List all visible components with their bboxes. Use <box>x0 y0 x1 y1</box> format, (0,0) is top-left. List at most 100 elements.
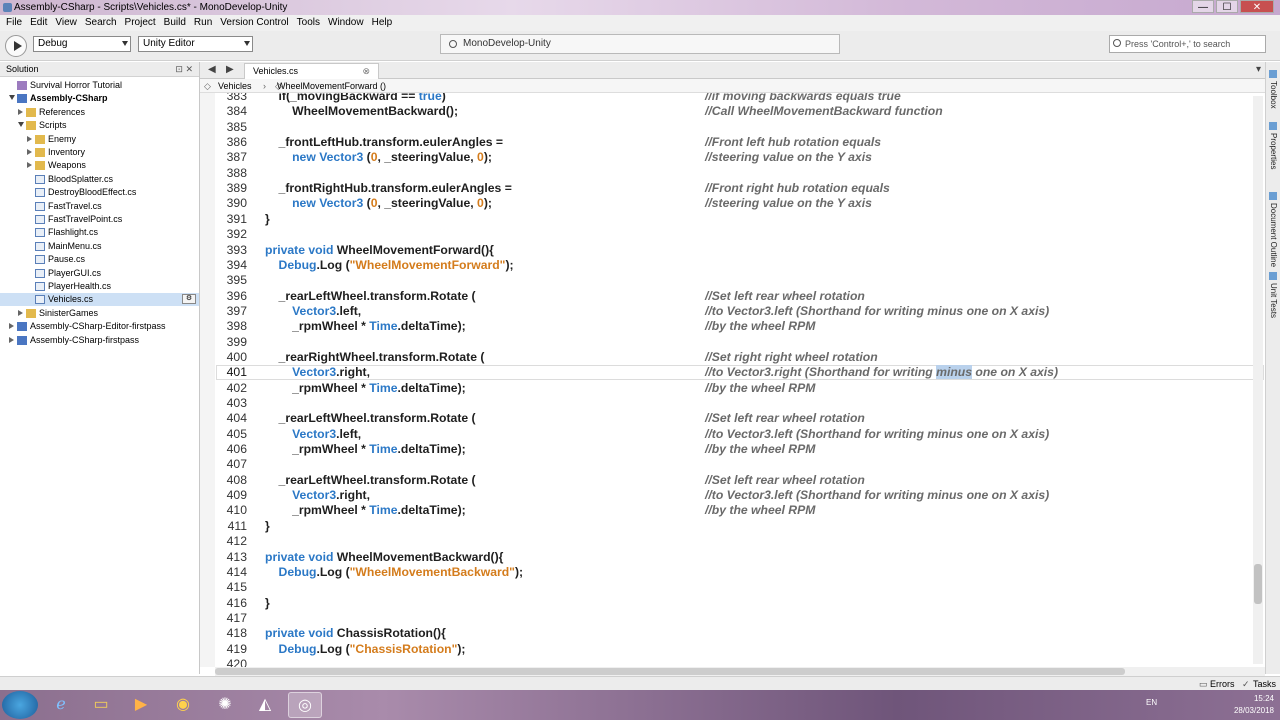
close-button[interactable]: ✕ <box>1240 0 1274 13</box>
code-line[interactable]: 405 Vector3.left, //to Vector3.left (Shor… <box>200 427 1265 442</box>
scrollbar-thumb[interactable] <box>215 668 1125 675</box>
code-line[interactable]: 385 <box>200 120 1265 135</box>
menu-version-control[interactable]: Version Control <box>216 15 292 31</box>
tree-item[interactable]: References <box>0 106 199 119</box>
tree-item[interactable]: Pause.cs <box>0 253 199 266</box>
unity-icon[interactable]: ◭ <box>248 692 282 718</box>
menu-window[interactable]: Window <box>324 15 368 31</box>
dock-tab-document-outline[interactable]: Document Outline <box>1268 192 1279 267</box>
code-line[interactable]: 410 _rpmWheel * Time.deltaTime); //by the… <box>200 503 1265 518</box>
run-button[interactable] <box>5 35 27 57</box>
dock-tab-toolbox[interactable]: Toolbox <box>1268 70 1279 109</box>
code-line[interactable]: 401 Vector3.right, //to Vector3.right (Sh… <box>200 365 1265 381</box>
tree-item[interactable]: Enemy <box>0 133 199 146</box>
panel-controls[interactable]: ⊡ ✕ <box>175 62 193 77</box>
scrollbar-thumb[interactable] <box>1254 564 1262 604</box>
chrome-icon[interactable]: ◉ <box>166 692 200 718</box>
menu-view[interactable]: View <box>51 15 81 31</box>
tree-item[interactable]: Survival Horror Tutorial <box>0 79 199 92</box>
minimize-button[interactable]: — <box>1192 0 1214 13</box>
tree-item[interactable]: Assembly-CSharp-firstpass <box>0 334 199 347</box>
vertical-scrollbar[interactable] <box>1253 96 1263 664</box>
code-line[interactable]: 398 _rpmWheel * Time.deltaTime); //by the… <box>200 319 1265 334</box>
code-line[interactable]: 406 _rpmWheel * Time.deltaTime); //by the… <box>200 442 1265 457</box>
language-indicator[interactable]: EN <box>1146 698 1157 707</box>
expand-closed-icon[interactable] <box>18 309 23 316</box>
nav-forward-icon[interactable]: ▶ <box>226 62 234 78</box>
code-line[interactable]: 419 Debug.Log ("ChassisRotation"); <box>200 642 1265 657</box>
expand-closed-icon[interactable] <box>9 323 14 330</box>
code-line[interactable]: 402 _rpmWheel * Time.deltaTime); //by the… <box>200 381 1265 396</box>
tree-item[interactable]: PlayerHealth.cs <box>0 280 199 293</box>
code-line[interactable]: 418 private void ChassisRotation(){ <box>200 626 1265 641</box>
maximize-button[interactable]: ☐ <box>1216 0 1238 13</box>
code-line[interactable]: 390 new Vector3 (0, _steeringValue, 0); /… <box>200 196 1265 211</box>
code-line[interactable]: 397 Vector3.left, //to Vector3.left (Shor… <box>200 304 1265 319</box>
menu-tools[interactable]: Tools <box>293 15 324 31</box>
code-line[interactable]: 396 _rearLeftWheel.transform.Rotate (//S… <box>200 289 1265 304</box>
code-line[interactable]: 386 _frontLeftHub.transform.eulerAngles … <box>200 135 1265 150</box>
media-player-icon[interactable]: ▶ <box>124 692 158 718</box>
tree-item[interactable]: Weapons <box>0 159 199 172</box>
code-line[interactable]: 403 <box>200 396 1265 411</box>
start-orb-icon[interactable] <box>2 691 38 719</box>
tree-item[interactable]: Flashlight.cs <box>0 226 199 239</box>
expand-closed-icon[interactable] <box>18 108 23 115</box>
code-line[interactable]: 414 Debug.Log ("WheelMovementBackward"); <box>200 565 1265 580</box>
code-line[interactable]: 415 <box>200 580 1265 595</box>
code-line[interactable]: 413 private void WheelMovementBackward(){ <box>200 550 1265 565</box>
breadcrumb-class[interactable]: Vehicles <box>218 79 252 93</box>
expand-closed-icon[interactable] <box>27 162 32 169</box>
code-line[interactable]: 383 if(_movingBackward == true) //if movi… <box>200 93 1265 104</box>
expand-closed-icon[interactable] <box>27 149 32 155</box>
menu-edit[interactable]: Edit <box>26 15 51 31</box>
code-line[interactable]: 412 <box>200 534 1265 549</box>
code-line[interactable]: 411} <box>200 519 1265 534</box>
code-line[interactable]: 394 Debug.Log ("WheelMovementForward"); <box>200 258 1265 273</box>
code-line[interactable]: 388 <box>200 166 1265 181</box>
tree-item[interactable]: PlayerGUI.cs <box>0 267 199 280</box>
code-line[interactable]: 408 _rearLeftWheel.transform.Rotate (//S… <box>200 473 1265 488</box>
code-line[interactable]: 404 _rearLeftWheel.transform.Rotate (//S… <box>200 411 1265 426</box>
expand-closed-icon[interactable] <box>9 336 14 343</box>
tasks-pad[interactable]: Tasks <box>1253 677 1276 691</box>
configuration-select[interactable]: Debug <box>33 36 131 52</box>
code-line[interactable]: 395 <box>200 273 1265 288</box>
tab-list-icon[interactable]: ▾ <box>1256 62 1261 78</box>
tree-item[interactable]: Scripts <box>0 119 199 132</box>
dock-tab-unit-tests[interactable]: Unit Tests <box>1268 272 1279 318</box>
tree-item[interactable]: FastTravelPoint.cs <box>0 213 199 226</box>
dock-tab-properties[interactable]: Properties <box>1268 122 1279 169</box>
code-line[interactable]: 416} <box>200 596 1265 611</box>
expand-open-icon[interactable] <box>18 122 24 128</box>
tree-item[interactable]: FastTravel.cs <box>0 200 199 213</box>
menu-project[interactable]: Project <box>121 15 160 31</box>
code-line[interactable]: 389 _frontRightHub.transform.eulerAngles… <box>200 181 1265 196</box>
menu-search[interactable]: Search <box>81 15 121 31</box>
clock[interactable]: 15:24 28/03/2018 <box>1234 690 1274 717</box>
code-line[interactable]: 393 private void WheelMovementForward(){ <box>200 243 1265 258</box>
tree-item[interactable]: Vehicles.cs ⚙ <box>0 293 199 307</box>
item-options-icon[interactable]: ⚙ <box>182 294 196 305</box>
tree-item[interactable]: BloodSplatter.cs <box>0 173 199 186</box>
code-line[interactable]: 391} <box>200 212 1265 227</box>
code-line[interactable]: 399 <box>200 335 1265 350</box>
menu-file[interactable]: File <box>2 15 26 31</box>
nav-back-icon[interactable]: ◀ <box>208 62 216 78</box>
menu-help[interactable]: Help <box>368 15 397 31</box>
code-line[interactable]: 420 <box>200 657 1265 667</box>
menu-run[interactable]: Run <box>190 15 216 31</box>
close-tab-icon[interactable]: ⊗ <box>362 64 370 79</box>
code-line[interactable]: 407 <box>200 457 1265 472</box>
monodevelop-icon[interactable]: ◎ <box>288 692 322 718</box>
tree-item[interactable]: Assembly-CSharp <box>0 92 199 105</box>
tree-item[interactable]: SinisterGames <box>0 307 199 320</box>
tree-item[interactable]: MainMenu.cs <box>0 240 199 253</box>
tab-vehicles-cs[interactable]: Vehicles.cs ⊗ <box>244 63 379 79</box>
tree-item[interactable]: Assembly-CSharp-Editor-firstpass <box>0 320 199 333</box>
horizontal-scrollbar[interactable] <box>215 667 1265 676</box>
tree-item[interactable]: Inventory <box>0 146 199 159</box>
expand-open-icon[interactable] <box>9 95 15 101</box>
code-line[interactable]: 384 WheelMovementBackward(); //Call Wheel… <box>200 104 1265 119</box>
code-line[interactable]: 409 Vector3.right, //to Vector3.left (Sho… <box>200 488 1265 503</box>
